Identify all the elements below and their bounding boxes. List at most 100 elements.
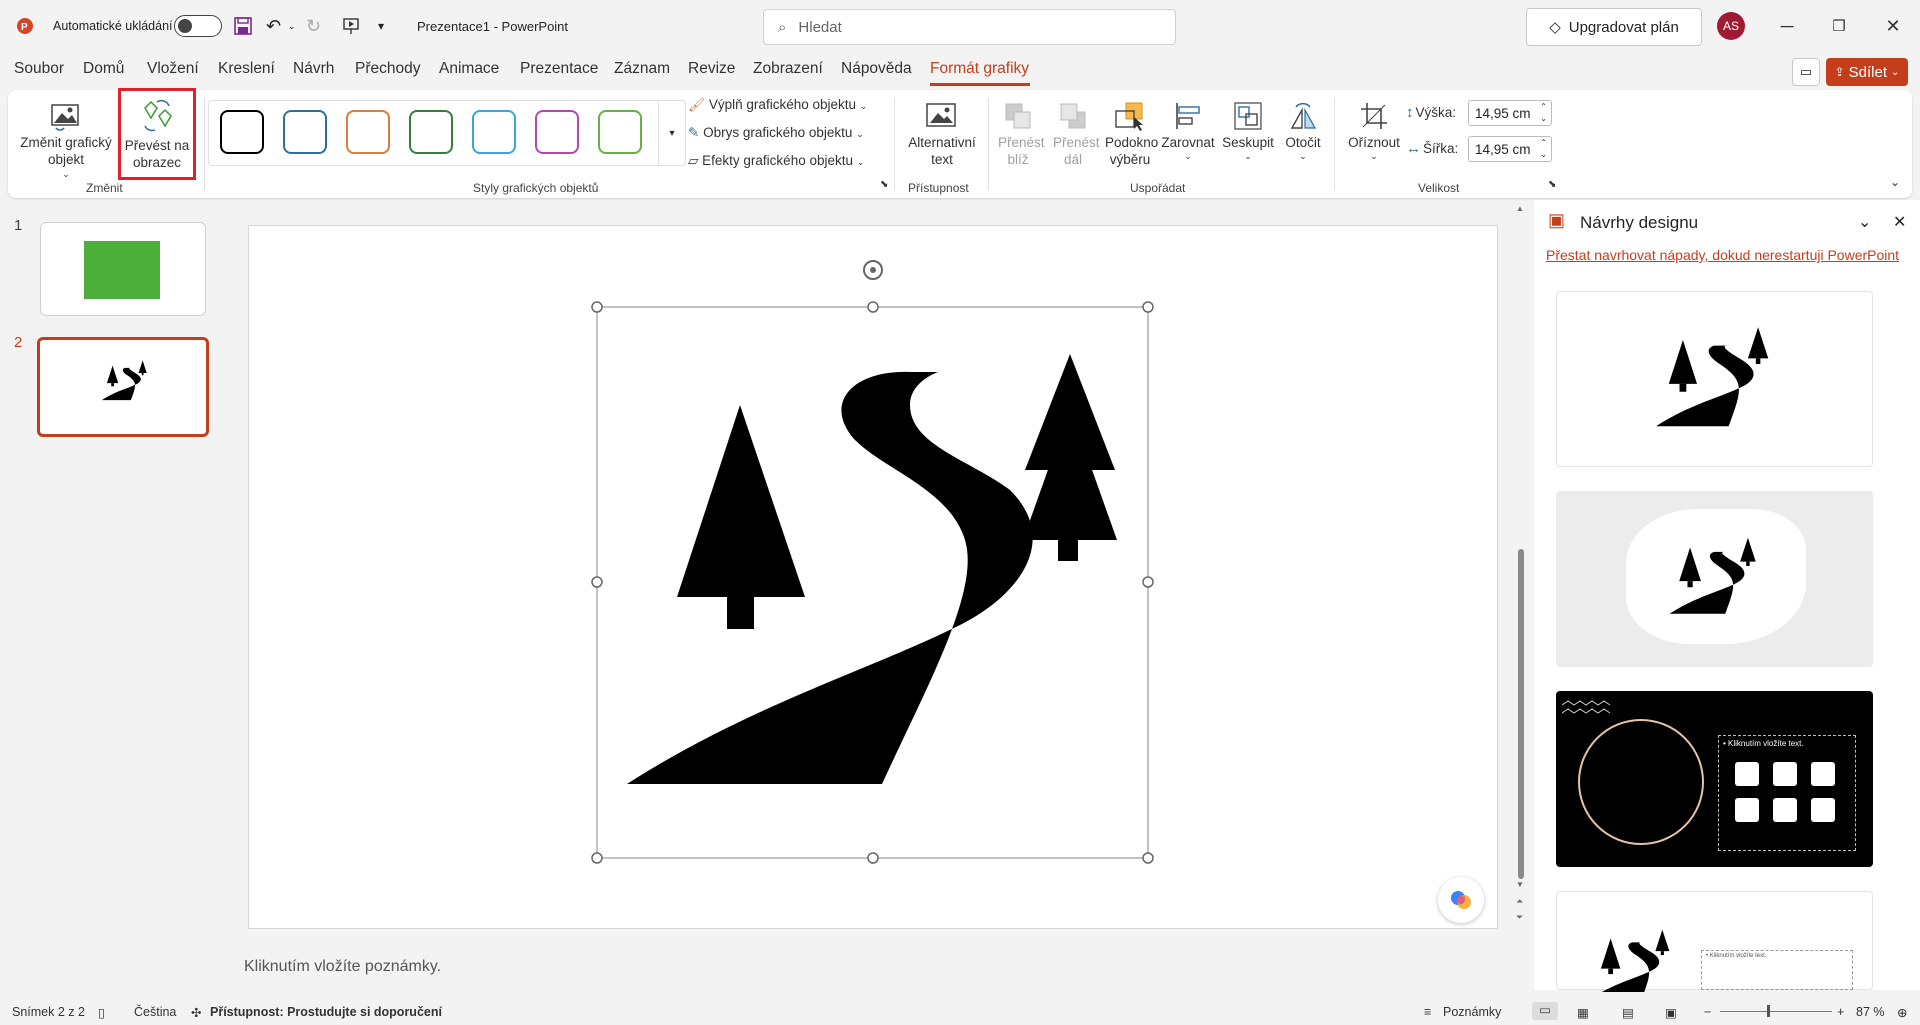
tab-vlozeni[interactable]: Vložení: [147, 60, 199, 78]
zoom-level[interactable]: 87 %: [1856, 1005, 1885, 1019]
design-idea-2[interactable]: [1556, 491, 1873, 667]
tab-zobrazeni[interactable]: Zobrazení: [753, 60, 823, 78]
width-input[interactable]: 14,95 cm ⌃ ⌄: [1468, 136, 1552, 162]
gallery-more-button[interactable]: ▾: [658, 100, 686, 166]
dialog-launcher-icon[interactable]: ⬊: [880, 176, 888, 193]
send-backward-button[interactable]: Přenést dál: [1048, 98, 1100, 168]
tab-napoveda[interactable]: Nápověda: [841, 60, 912, 78]
notes-toggle-button[interactable]: Poznámky: [1443, 1005, 1501, 1019]
tab-animace[interactable]: Animace: [439, 60, 499, 78]
avatar[interactable]: AS: [1717, 12, 1745, 40]
save-icon[interactable]: [234, 0, 252, 52]
alt-text-button[interactable]: Alternativní text: [902, 98, 982, 168]
placeholder-text: • Kliknutím vložíte text.: [1723, 739, 1804, 748]
search-input[interactable]: ⌕ Hledat: [763, 9, 1176, 45]
vertical-scrollbar[interactable]: ▲ ▼ ⏶ ⏷: [1516, 204, 1526, 934]
content-placeholder: • Kliknutím vložíte text.: [1718, 735, 1856, 851]
copilot-button[interactable]: [1438, 877, 1484, 923]
graphic-style-2[interactable]: [283, 110, 327, 154]
undo-dropdown-icon[interactable]: ⌄: [288, 0, 296, 52]
prev-slide-icon[interactable]: ⏶: [1516, 896, 1523, 907]
tab-kresleni[interactable]: Kreslení: [218, 60, 275, 78]
accessibility-status[interactable]: Přístupnost: Prostudujte si doporučení: [210, 1005, 442, 1019]
road-trees-graphic[interactable]: [580, 250, 1160, 870]
selection-pane-button[interactable]: Podokno výběru: [1102, 98, 1158, 168]
tab-zaznam[interactable]: Záznam: [614, 60, 670, 78]
slide-sorter-icon[interactable]: ▦: [1577, 1005, 1589, 1020]
graphic-style-6[interactable]: [535, 110, 579, 154]
design-panel-title: Návrhy designu: [1580, 213, 1699, 232]
present-from-start-icon[interactable]: [342, 0, 360, 52]
tab-format-grafiky[interactable]: Formát grafiky: [930, 60, 1029, 78]
reading-view-icon[interactable]: ▤: [1622, 1005, 1634, 1020]
group-button[interactable]: Seskupit ⌄: [1220, 98, 1276, 165]
graphic-effects-button[interactable]: ▱ Efekty grafického objektu ⌄: [688, 152, 864, 171]
graphic-style-1[interactable]: [220, 110, 264, 154]
crop-button[interactable]: Oříznout ⌄: [1344, 98, 1404, 165]
redo-icon[interactable]: ↻: [306, 0, 321, 52]
change-graphic-button[interactable]: Změnit grafický objekt ⌄: [20, 98, 112, 183]
slideshow-icon[interactable]: ▣: [1665, 1005, 1677, 1020]
normal-view-icon[interactable]: ▭: [1532, 1002, 1558, 1020]
comments-button[interactable]: ▭: [1792, 58, 1820, 86]
tab-prechody[interactable]: Přechody: [355, 60, 420, 78]
size-dialog-launcher-icon[interactable]: ⬊: [1548, 176, 1556, 193]
autosave-toggle[interactable]: [174, 0, 222, 52]
slide-thumbnail-1[interactable]: [40, 222, 206, 316]
language-status[interactable]: Čeština: [134, 1005, 176, 1019]
slide-thumbnail-2[interactable]: [37, 337, 209, 437]
rotate-handle-icon: [863, 260, 883, 280]
share-button[interactable]: ⇪ Sdílet ⌄: [1826, 58, 1908, 86]
convert-to-shape-button[interactable]: Převést na obrazec: [118, 88, 196, 180]
resize-handle-nw: [591, 301, 603, 313]
graphic-outline-button[interactable]: ✎ Obrys grafického objektu ⌄: [688, 124, 864, 143]
scrollbar-thumb[interactable]: [1518, 549, 1524, 879]
bring-forward-button[interactable]: Přenést blíž: [993, 98, 1045, 168]
zoom-in-icon[interactable]: +: [1837, 1005, 1844, 1019]
tab-soubor[interactable]: Soubor: [14, 60, 64, 78]
spinner-icon[interactable]: ⌃ ⌄: [1540, 137, 1547, 161]
tab-domu[interactable]: Domů: [83, 60, 124, 78]
upgrade-plan-button[interactable]: ◇ Upgradovat plán: [1526, 8, 1702, 46]
chevron-down-icon[interactable]: ⌄: [1858, 212, 1871, 232]
notes-pane[interactable]: Kliknutím vložíte poznámky.: [232, 958, 1530, 988]
customize-toolbar-icon[interactable]: ▾: [378, 0, 384, 52]
convert-to-shape-label: Převést na obrazec: [124, 138, 190, 170]
design-idea-1[interactable]: [1556, 291, 1873, 467]
alt-text-icon: [902, 98, 982, 134]
align-button[interactable]: Zarovnat ⌄: [1160, 98, 1216, 165]
width-value: 14,95 cm: [1475, 141, 1531, 157]
graphic-style-3[interactable]: [346, 110, 390, 154]
minimize-icon[interactable]: ─: [1775, 14, 1799, 38]
spinner-icon[interactable]: ⌃ ⌄: [1540, 101, 1547, 125]
zoom-slider[interactable]: [1720, 1005, 1832, 1017]
graphic-fill-button[interactable]: 🖌 Výplň grafického objektu ⌄: [688, 96, 867, 115]
stop-suggestions-link[interactable]: Přestat navrhovat nápady, dokud nerestar…: [1546, 247, 1899, 263]
ribbon-separator: [988, 98, 989, 190]
next-slide-icon[interactable]: ⏷: [1516, 912, 1523, 923]
close-icon[interactable]: ✕: [1893, 212, 1906, 232]
tab-prezentace[interactable]: Prezentace: [520, 60, 598, 78]
notes-placeholder: Kliknutím vložíte poznámky.: [244, 958, 442, 975]
restore-icon[interactable]: ❐: [1827, 14, 1851, 38]
graphic-effects-label: Efekty grafického objektu: [702, 153, 853, 168]
tab-revize[interactable]: Revize: [688, 60, 735, 78]
graphic-style-5[interactable]: [472, 110, 516, 154]
change-graphic-label: Změnit grafický objekt: [20, 135, 112, 167]
graphic-style-7[interactable]: [598, 110, 642, 154]
zoom-slider-thumb[interactable]: [1767, 1005, 1770, 1017]
collapse-ribbon-icon[interactable]: ⌄: [1890, 174, 1900, 191]
height-input[interactable]: 14,95 cm ⌃ ⌄: [1468, 100, 1552, 126]
design-idea-4[interactable]: • Kliknutím vložíte text.: [1556, 891, 1873, 992]
bring-forward-icon: [993, 98, 1043, 134]
fit-to-window-icon[interactable]: ⊕: [1897, 1005, 1907, 1020]
resize-handle-ne: [1142, 301, 1154, 313]
zoom-out-icon[interactable]: −: [1704, 1005, 1711, 1019]
spellcheck-icon[interactable]: ▯: [98, 1005, 105, 1020]
design-idea-3[interactable]: • Kliknutím vložíte text.: [1556, 691, 1873, 867]
undo-icon[interactable]: ↶: [266, 0, 281, 52]
tab-navrh[interactable]: Návrh: [293, 60, 334, 78]
close-icon[interactable]: ✕: [1881, 14, 1905, 38]
rotate-button[interactable]: Otočit ⌄: [1278, 98, 1328, 165]
graphic-style-4[interactable]: [409, 110, 453, 154]
